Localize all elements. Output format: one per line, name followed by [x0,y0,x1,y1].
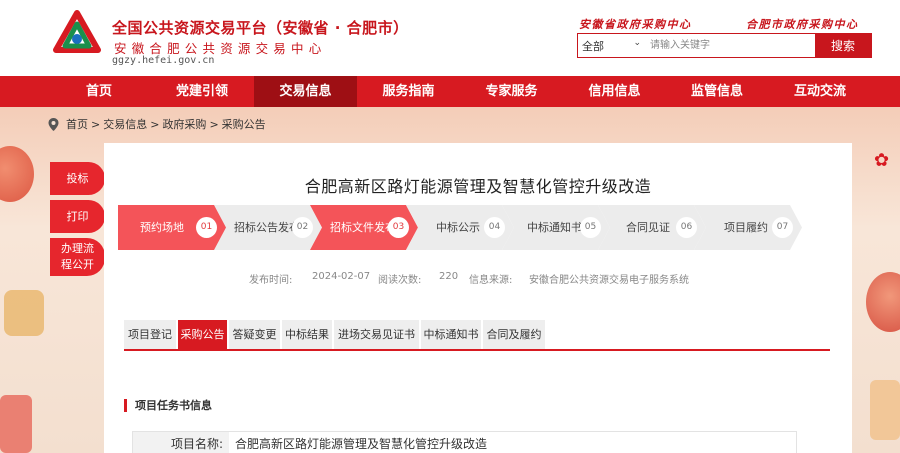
info-source-value: 安徽合肥公共资源交易电子服务系统 [529,275,689,286]
step-tender-docs[interactable]: 招标文件发布 03 [310,205,418,250]
step-label: 招标公告发布 [234,221,300,234]
step-number: 06 [676,217,697,238]
step-booking[interactable]: 预约场地 01 [118,205,230,250]
flower-icon: ✿ [874,150,890,171]
step-label: 预约场地 [140,221,184,234]
page-title: 合肥高新区路灯能源管理及智慧化管控升级改造 [304,177,652,196]
step-label: 项目履约 [724,221,768,234]
nav-item-interaction[interactable]: 互动交流 [768,76,872,107]
breadcrumb: 首页 > 交易信息 > 政府采购 > 采购公告 [48,116,266,132]
step-contract-witness[interactable]: 合同见证 06 [598,205,706,250]
site-header: 全国公共资源交易平台（安徽省 · 合肥市） 安徽合肥公共资源交易中心 ggzy.… [0,0,900,76]
breadcrumb-procurement-notice[interactable]: 采购公告 [222,116,266,132]
search-scope-value: 全部 [582,40,604,53]
nav-item-service-guide[interactable]: 服务指南 [357,76,460,107]
tab-award-result[interactable]: 中标结果 [282,320,332,349]
field-row-project-name: 项目名称: 合肥高新区路灯能源管理及智慧化管控升级改造 [132,431,797,453]
search-bar: 全部 ⌄ 搜索 [577,33,872,58]
info-source-label: 信息来源: [469,275,513,286]
location-pin-icon [48,117,59,131]
step-number: 07 [772,217,793,238]
step-award-publicity[interactable]: 中标公示 04 [406,205,514,250]
search-button[interactable]: 搜索 [815,34,871,57]
breadcrumb-separator: > [150,117,160,131]
bid-button[interactable]: 投标 [50,162,105,195]
publish-time-value: 2024-02-07 [312,271,371,282]
step-number: 02 [292,217,313,238]
tab-procurement-notice[interactable]: 采购公告 [178,320,227,349]
tab-qa-changes[interactable]: 答疑变更 [229,320,280,349]
breadcrumb-trading-info[interactable]: 交易信息 [103,116,147,132]
content-card: 合肥高新区路灯能源管理及智慧化管控升级改造 预约场地 01 招标公告发布 02 … [104,143,852,453]
nav-item-credit-info[interactable]: 信用信息 [563,76,666,107]
process-disclosure-button[interactable]: 办理流 程公开 [50,238,105,276]
view-count-value: 220 [439,271,459,282]
step-label: 中标公示 [436,221,480,234]
lantern-decoration [0,395,32,453]
print-button[interactable]: 打印 [50,200,105,233]
process-disclosure-label-line1: 办理流 [61,242,94,255]
step-award-notice[interactable]: 中标通知书 05 [502,205,610,250]
province-procurement-center-link[interactable]: 安徽省政府采购中心 [579,16,692,32]
field-value: 合肥高新区路灯能源管理及智慧化管控升级改造 [235,437,488,451]
tab-contract-performance[interactable]: 合同及履约 [483,320,545,349]
step-tender-notice[interactable]: 招标公告发布 02 [214,205,322,250]
step-project-performance[interactable]: 项目履约 07 [694,205,802,250]
nav-item-party-building[interactable]: 党建引领 [150,76,254,107]
search-input[interactable] [644,34,816,57]
breadcrumb-separator: > [91,117,101,131]
section-title: 项目任务书信息 [124,399,212,412]
tab-transaction-certificate[interactable]: 进场交易见证书 [334,320,419,349]
breadcrumb-gov-procurement[interactable]: 政府采购 [162,116,206,132]
notice-tabs: 项目登记 采购公告 答疑变更 中标结果 进场交易见证书 中标通知书 合同及履约 [124,318,830,351]
tab-project-registration[interactable]: 项目登记 [124,320,176,349]
step-number: 01 [196,217,217,238]
search-scope-select[interactable]: 全部 ⌄ [578,34,643,57]
step-label: 合同见证 [626,221,670,234]
publish-time-label: 发布时间: [249,275,293,286]
gift-decoration [4,290,44,336]
site-url: ggzy.hefei.gov.cn [112,55,215,66]
chevron-down-icon: ⌄ [633,38,641,48]
step-number: 05 [580,217,601,238]
tab-award-notice[interactable]: 中标通知书 [421,320,481,349]
step-label: 招标文件发布 [330,221,396,234]
step-label: 中标通知书 [527,221,582,234]
breadcrumb-separator: > [209,117,219,131]
main-nav: 首页 党建引领 交易信息 服务指南 专家服务 信用信息 监管信息 互动交流 [0,76,900,107]
site-logo-icon[interactable] [52,10,102,60]
site-title: 全国公共资源交易平台（安徽省 · 合肥市） [112,19,409,37]
progress-steps: 预约场地 01 招标公告发布 02 招标文件发布 03 中标公示 04 中标通知… [118,205,808,250]
nav-item-home[interactable]: 首页 [48,76,150,107]
breadcrumb-home[interactable]: 首页 [66,116,88,132]
city-procurement-center-link[interactable]: 合肥市政府采购中心 [746,16,859,32]
step-number: 04 [484,217,505,238]
view-count-label: 阅读次数: [378,275,422,286]
step-number: 03 [388,217,409,238]
nav-item-expert-service[interactable]: 专家服务 [460,76,563,107]
field-label: 项目名称: [133,432,229,453]
gift-decoration [870,380,900,440]
nav-item-trading-info[interactable]: 交易信息 [254,76,357,107]
process-disclosure-label-line2: 程公开 [61,258,94,271]
nav-item-supervision-info[interactable]: 监管信息 [666,76,768,107]
